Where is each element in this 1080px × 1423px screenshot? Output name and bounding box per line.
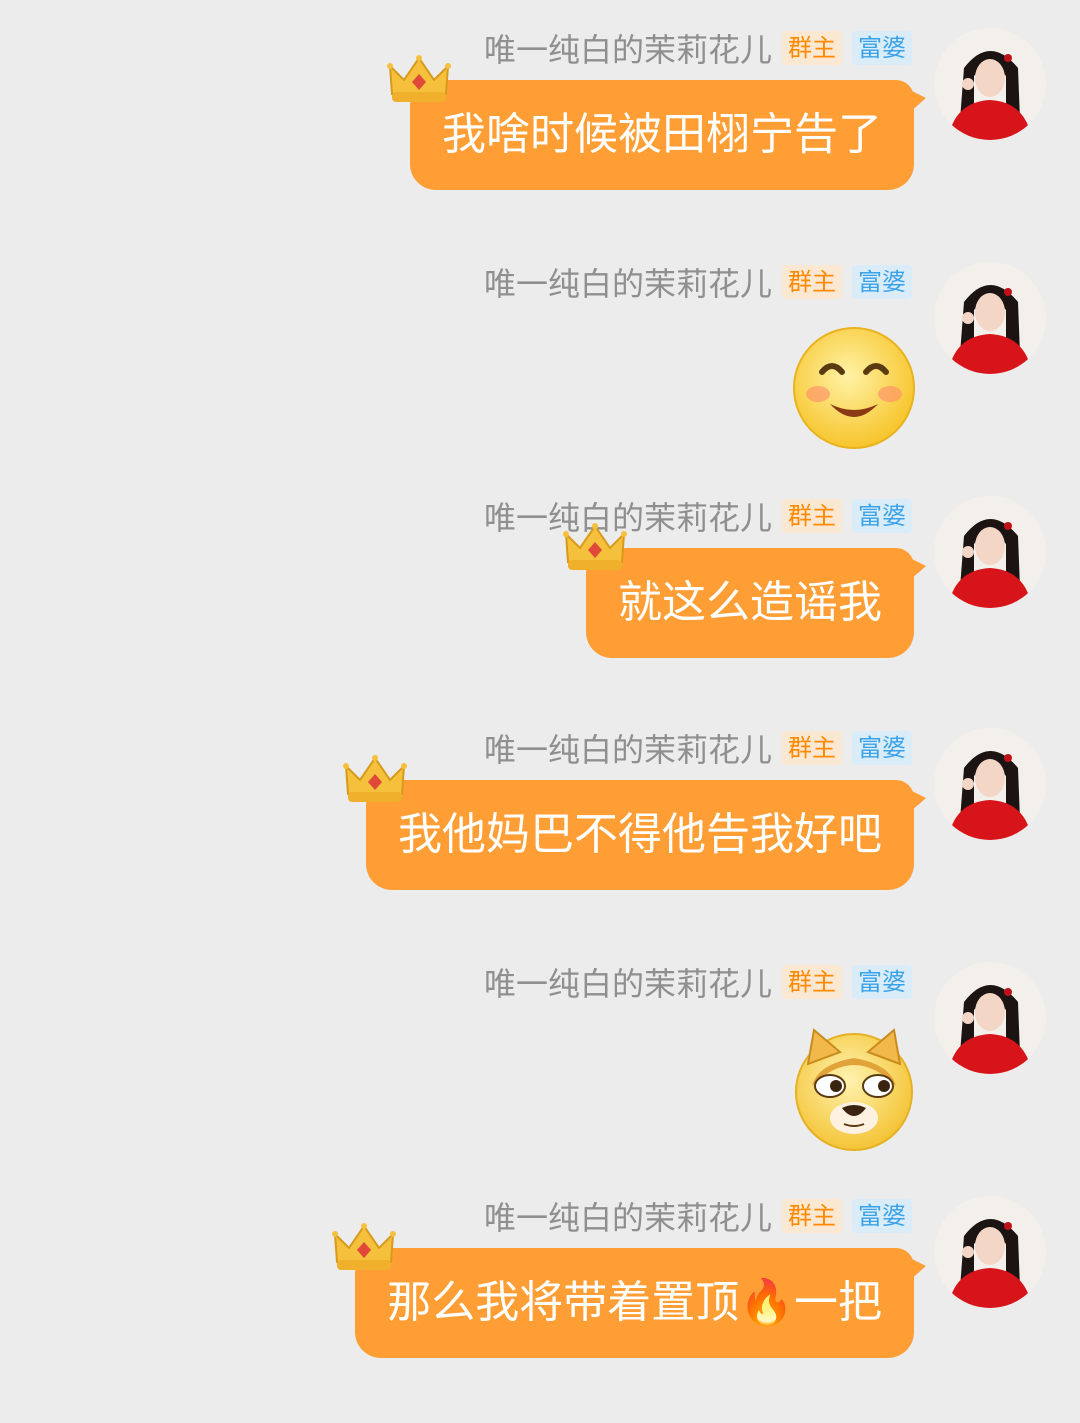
rich-badge: 富婆 <box>852 265 912 299</box>
group-owner-badge: 群主 <box>782 265 842 299</box>
crown-icon <box>386 54 452 108</box>
rich-badge: 富婆 <box>852 965 912 999</box>
message-text: 我他妈巴不得他告我好吧 <box>398 809 882 860</box>
sender-row: 唯一纯白的茉莉花儿 群主 富婆 <box>484 25 912 71</box>
rich-badge: 富婆 <box>852 1199 912 1233</box>
message-bubble[interactable]: 就这么造谣我 <box>563 523 926 658</box>
avatar[interactable] <box>934 962 1046 1074</box>
group-owner-badge: 群主 <box>782 31 842 65</box>
group-owner-badge: 群主 <box>782 1199 842 1233</box>
group-owner-badge: 群主 <box>782 965 842 999</box>
sender-name[interactable]: 唯一纯白的茉莉花儿 <box>484 259 772 305</box>
rich-badge: 富婆 <box>852 31 912 65</box>
message-text: 那么我将带着置顶🔥一把 <box>387 1277 882 1328</box>
avatar[interactable] <box>934 728 1046 840</box>
message-bubble[interactable]: 我他妈巴不得他告我好吧 <box>343 755 926 890</box>
sender-row: 唯一纯白的茉莉花儿 群主 富婆 <box>484 959 912 1005</box>
rich-badge: 富婆 <box>852 731 912 765</box>
sender-name[interactable]: 唯一纯白的茉莉花儿 <box>484 25 772 71</box>
avatar[interactable] <box>934 1196 1046 1308</box>
sender-name[interactable]: 唯一纯白的茉莉花儿 <box>484 1193 772 1239</box>
message-text: 就这么造谣我 <box>618 577 882 628</box>
chat-message: 唯一纯白的茉莉花儿 群主 富婆 我啥时候被田栩宁告了 <box>0 0 1080 200</box>
avatar[interactable] <box>934 28 1046 140</box>
group-owner-badge: 群主 <box>782 499 842 533</box>
sender-row: 唯一纯白的茉莉花儿 群主 富婆 <box>484 725 912 771</box>
sender-row: 唯一纯白的茉莉花儿 群主 富婆 <box>484 1193 912 1239</box>
doge-emoji[interactable] <box>790 1024 918 1152</box>
crown-icon <box>562 522 628 576</box>
chat-message: 唯一纯白的茉莉花儿 群主 富婆 那么我将带着置顶🔥一把 <box>0 1168 1080 1368</box>
crown-icon <box>342 754 408 808</box>
chat-message: 唯一纯白的茉莉花儿 群主 富婆 <box>0 934 1080 1151</box>
sender-row: 唯一纯白的茉莉花儿 群主 富婆 <box>484 496 912 537</box>
sender-name[interactable]: 唯一纯白的茉莉花儿 <box>484 725 772 771</box>
avatar[interactable] <box>934 262 1046 374</box>
chat-message: 唯一纯白的茉莉花儿 群主 富婆 就这么造谣我 <box>0 468 1080 668</box>
rich-badge: 富婆 <box>852 499 912 533</box>
chat-message: 唯一纯白的茉莉花儿 群主 富婆 我他妈巴不得他告我好吧 <box>0 700 1080 900</box>
smile-emoji[interactable] <box>790 324 918 452</box>
sender-name[interactable]: 唯一纯白的茉莉花儿 <box>484 959 772 1005</box>
crown-icon <box>331 1222 397 1276</box>
message-bubble[interactable]: 那么我将带着置顶🔥一把 <box>332 1223 926 1358</box>
chat-message: 唯一纯白的茉莉花儿 群主 富婆 <box>0 234 1080 449</box>
group-owner-badge: 群主 <box>782 731 842 765</box>
sender-row: 唯一纯白的茉莉花儿 群主 富婆 <box>484 259 912 305</box>
avatar[interactable] <box>934 496 1046 608</box>
message-bubble[interactable]: 我啥时候被田栩宁告了 <box>387 55 926 190</box>
message-text: 我啥时候被田栩宁告了 <box>442 109 882 160</box>
